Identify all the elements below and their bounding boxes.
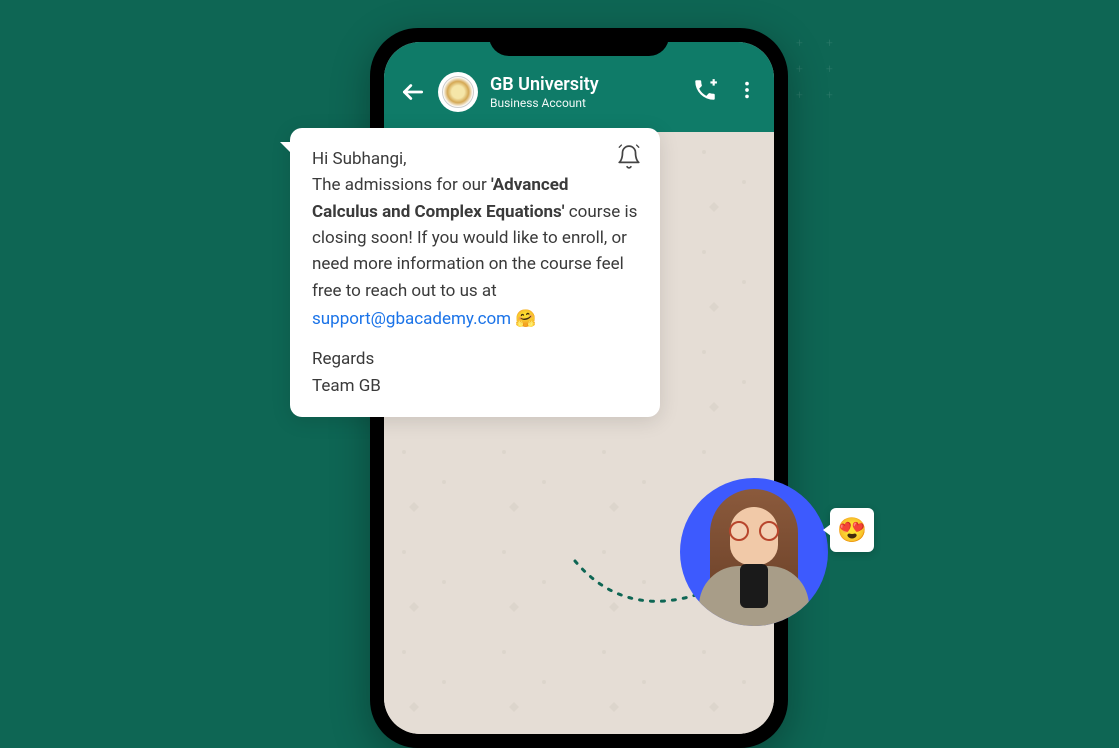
reaction-callout: 😍 <box>830 508 874 552</box>
signature-team: Team GB <box>312 373 638 399</box>
phone-plus-icon <box>692 77 718 103</box>
message-greeting: Hi Subhangi, <box>312 146 638 172</box>
signature-regards: Regards <box>312 346 638 372</box>
message-signature: Regards Team GB <box>312 346 638 399</box>
hugging-face-emoji: 🤗 <box>515 309 536 329</box>
notification-bell-icon <box>616 144 642 178</box>
support-email-link[interactable]: support@gbacademy.com <box>312 309 511 329</box>
message-text-pre: The admissions for our <box>312 175 491 195</box>
header-text[interactable]: GB University Business Account <box>490 74 680 110</box>
person-illustration <box>689 481 819 626</box>
arrow-left-icon <box>400 79 426 105</box>
deco-plus: + <box>796 36 803 50</box>
deco-plus: + <box>796 88 803 102</box>
add-call-button[interactable] <box>692 77 718 107</box>
deco-plus: + <box>796 62 803 76</box>
avatar-image <box>442 76 474 108</box>
contact-name: GB University <box>490 74 680 96</box>
more-vertical-icon <box>736 79 758 101</box>
contact-avatar[interactable] <box>438 72 478 112</box>
contact-subtitle: Business Account <box>490 96 680 110</box>
phone-notch <box>489 28 669 56</box>
deco-plus: + <box>826 62 833 76</box>
more-options-button[interactable] <box>736 79 758 105</box>
user-photo <box>680 478 828 626</box>
heart-eyes-emoji: 😍 <box>837 516 867 544</box>
back-button[interactable] <box>400 79 426 105</box>
deco-plus: + <box>826 36 833 50</box>
incoming-message: Hi Subhangi, The admissions for our 'Adv… <box>290 128 660 417</box>
deco-plus: + <box>826 88 833 102</box>
header-actions <box>692 77 758 107</box>
